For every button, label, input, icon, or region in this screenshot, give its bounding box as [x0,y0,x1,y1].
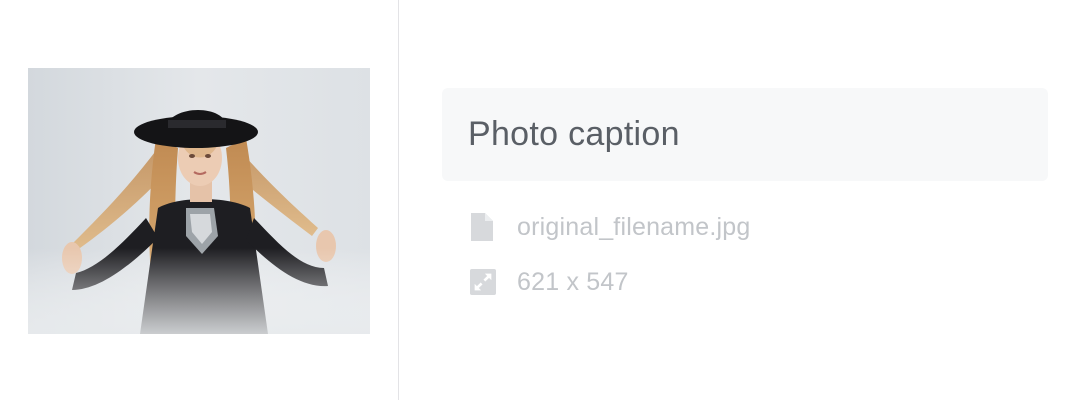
image-details-panel: original_filename.jpg 621 x 547 [0,0,1090,400]
filename-row: original_filename.jpg [470,211,751,243]
photo-thumbnail[interactable] [28,68,370,334]
dimensions-text: 621 x 547 [517,267,629,296]
image-preview-pane [0,0,398,400]
file-icon [470,212,496,242]
filename-text: original_filename.jpg [517,212,751,241]
caption-input[interactable] [468,115,1022,154]
image-info-pane: original_filename.jpg 621 x 547 [399,0,1090,400]
photo-illustration [28,68,370,334]
expand-icon [470,267,496,297]
caption-field-container[interactable] [442,88,1048,181]
dimensions-row: 621 x 547 [470,266,629,298]
